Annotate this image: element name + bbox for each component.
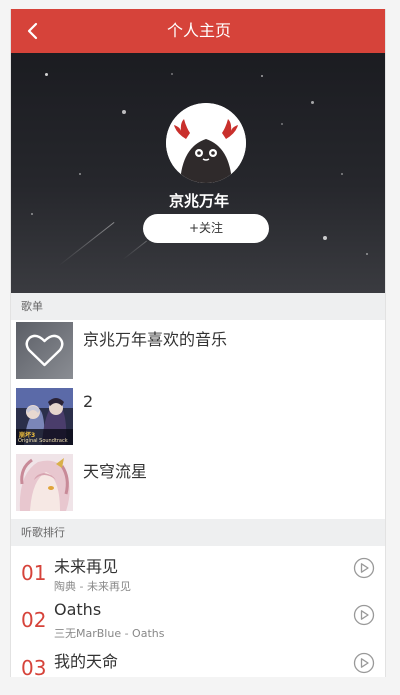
ranking-row[interactable]: 03 我的天命 xyxy=(11,642,385,677)
star xyxy=(323,236,327,240)
star xyxy=(79,173,81,175)
playlist-name: 京兆万年喜欢的音乐 xyxy=(83,330,228,349)
heart-icon xyxy=(16,322,73,379)
star xyxy=(31,213,33,215)
song-title: 未来再见 xyxy=(54,557,119,576)
star xyxy=(311,101,314,104)
avatar[interactable] xyxy=(166,103,246,183)
app-screen: 个人主页 京兆万年 +关注 歌单 京兆万年喜欢的音乐 崩坏3 Original … xyxy=(10,9,386,677)
playlist-section-header: 歌单 xyxy=(11,293,385,320)
play-circle-icon[interactable] xyxy=(353,604,375,626)
antlered-creature-avatar-icon xyxy=(166,103,246,183)
playlist-cover xyxy=(16,322,73,379)
username: 京兆万年 xyxy=(168,192,229,210)
page-title: 个人主页 xyxy=(166,21,231,40)
star xyxy=(261,75,263,77)
star xyxy=(122,110,126,114)
rank-number: 03 xyxy=(21,656,47,677)
song-title: Oaths xyxy=(54,600,102,619)
playlist-name: 天穹流星 xyxy=(83,462,148,481)
star xyxy=(366,253,368,255)
ranking-row[interactable]: 02 Oaths 三无MarBlue - Oaths xyxy=(11,594,385,640)
meteor-streak xyxy=(122,240,147,260)
top-bar: 个人主页 xyxy=(11,9,385,53)
rank-number: 02 xyxy=(21,608,47,632)
playlist-cover: 崩坏3 Original Soundtrack xyxy=(16,388,73,445)
ranking-row[interactable]: 01 未来再见 陶典 - 未来再见 xyxy=(11,547,385,593)
star xyxy=(171,73,173,75)
playlist-cover xyxy=(16,454,73,511)
cover-caption-bottom: Original Soundtrack xyxy=(18,438,68,444)
song-artist-album: 三无MarBlue - Oaths xyxy=(54,627,165,640)
play-circle-icon[interactable] xyxy=(353,652,375,674)
song-artist-album: 陶典 - 未来再见 xyxy=(54,580,131,593)
follow-button[interactable]: +关注 xyxy=(143,214,269,243)
anime-portrait-cover-image xyxy=(16,454,73,511)
meteor-streak xyxy=(58,222,115,266)
star xyxy=(281,123,283,125)
song-title: 我的天命 xyxy=(54,652,119,671)
profile-hero: 京兆万年 +关注 xyxy=(11,53,385,293)
ranking-section-header: 听歌排行 xyxy=(11,519,385,546)
play-circle-icon[interactable] xyxy=(353,557,375,579)
playlist-name: 2 xyxy=(83,392,94,411)
star xyxy=(341,173,343,175)
rank-number: 01 xyxy=(21,561,47,585)
star xyxy=(45,73,48,76)
playlist-item[interactable]: 崩坏3 Original Soundtrack 2 xyxy=(11,386,385,446)
playlist-item[interactable]: 天穹流星 xyxy=(11,452,385,512)
playlist-item[interactable]: 京兆万年喜欢的音乐 xyxy=(11,320,385,380)
